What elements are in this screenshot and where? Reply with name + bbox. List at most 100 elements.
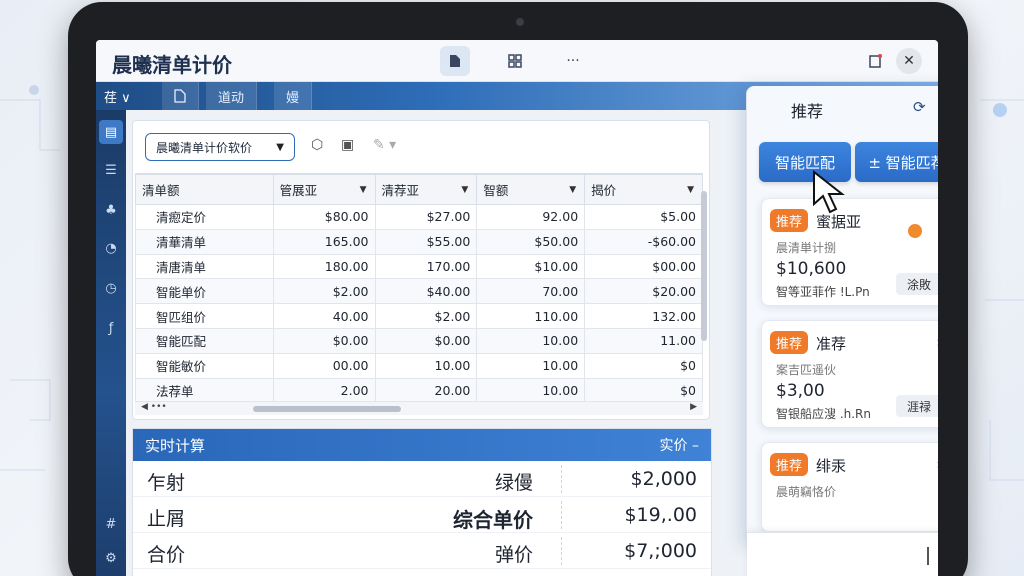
- value-cell[interactable]: $2.00: [272, 278, 376, 305]
- sort-arrow-icon[interactable]: ▼: [569, 185, 576, 195]
- table-row[interactable]: 清唐清单 180.00 170.00 $10.00 $00.00: [135, 253, 703, 280]
- format-icon[interactable]: ✎ ▾: [373, 137, 396, 153]
- calc-header: 实时计算 实价 –: [133, 429, 711, 461]
- table-row[interactable]: 清華清单 165.00 $55.00 $50.00 -$60.00: [135, 228, 703, 255]
- value-cell[interactable]: $5.00: [584, 204, 703, 230]
- row-name-cell[interactable]: 智匹组价: [135, 303, 274, 329]
- value-cell[interactable]: 20.00: [374, 377, 478, 401]
- value-cell[interactable]: $50.00: [476, 228, 586, 255]
- value-cell[interactable]: 40.00: [272, 303, 376, 329]
- value-cell[interactable]: 11.00: [584, 327, 703, 354]
- value-cell[interactable]: 180.00: [272, 253, 376, 280]
- value-cell[interactable]: $10.00: [476, 253, 586, 280]
- sort-arrow-icon[interactable]: ▼: [360, 185, 367, 195]
- more-icon[interactable]: ···: [558, 46, 588, 76]
- selector-value: 晨曦清单计价软价: [156, 140, 253, 155]
- table-row[interactable]: 法荐单 2.00 20.00 10.00 $0: [135, 377, 703, 401]
- table-row[interactable]: 智匹组价 40.00 $2.00 110.00 132.00: [135, 303, 703, 329]
- note-icon[interactable]: [860, 46, 890, 76]
- scroll-right-icon[interactable]: ▶: [690, 402, 697, 412]
- row-name-cell[interactable]: 智能单价: [135, 278, 274, 305]
- value-cell[interactable]: $40.00: [374, 278, 478, 305]
- card-apply-button[interactable]: 涂敗: [896, 273, 938, 295]
- value-cell[interactable]: $00.00: [584, 253, 703, 280]
- grid-icon[interactable]: [500, 46, 530, 76]
- col-header-2[interactable]: 清荐亚 ▼: [374, 174, 478, 205]
- col-header-0[interactable]: 清单额: [135, 174, 274, 205]
- value-cell[interactable]: 2.00: [272, 377, 376, 401]
- value-cell[interactable]: $0: [584, 377, 703, 401]
- chart-icon[interactable]: ◔: [99, 236, 123, 260]
- value-cell[interactable]: $20.00: [584, 278, 703, 305]
- table-row[interactable]: 清瘛定价 $80.00 $27.00 92.00 $5.00: [135, 204, 703, 230]
- users-icon[interactable]: ♣: [99, 198, 123, 222]
- row-name-cell[interactable]: 清唐清单: [135, 253, 274, 280]
- value-cell[interactable]: 92.00: [476, 204, 586, 230]
- value-cell[interactable]: 10.00: [476, 327, 586, 354]
- list-icon[interactable]: ☰: [99, 158, 123, 182]
- value-cell[interactable]: 10.00: [476, 352, 586, 379]
- table-row[interactable]: 智能敏价 00.00 10.00 10.00 $0: [135, 352, 703, 379]
- value-cell[interactable]: 170.00: [374, 253, 478, 280]
- value-cell[interactable]: 165.00: [272, 228, 376, 255]
- row-name-cell[interactable]: 清瘛定价: [135, 204, 274, 230]
- hash-icon[interactable]: #: [99, 512, 123, 536]
- doc-icon[interactable]: ▤: [99, 120, 123, 144]
- recommend-card[interactable]: 推荐 蜜据亚 晨清単计捌 $10,600 智等亚菲作 !L.Pn 涂敗: [761, 198, 938, 306]
- calc-collapse-toggle[interactable]: 实价 –: [660, 435, 699, 455]
- ribbon-tab-2[interactable]: 道动: [206, 82, 258, 110]
- value-cell[interactable]: 10.00: [374, 352, 478, 379]
- horizontal-scrollbar[interactable]: ◀ ••• ▶: [135, 401, 703, 415]
- chat-input[interactable]: [747, 532, 938, 576]
- sort-arrow-icon[interactable]: ▼: [461, 185, 468, 195]
- recommend-card[interactable]: 推荐 绯汞 › 晨萌竊恪价: [761, 442, 938, 532]
- comment-icon[interactable]: ▣: [341, 137, 354, 153]
- value-cell[interactable]: -$60.00: [584, 228, 703, 255]
- chevron-right-icon[interactable]: ›: [936, 457, 938, 473]
- value-cell[interactable]: 00.00: [272, 352, 376, 379]
- table-row[interactable]: 智能匹配 $0.00 $0.00 10.00 11.00: [135, 327, 703, 354]
- save-icon[interactable]: ⬡: [311, 137, 323, 153]
- recommend-panel: 推荐 ⟳ ✕ 智能匹配 ± 智能匹荐 推荐 蜜据亚 晨清単计捌 $10,600 …: [746, 86, 938, 576]
- chevron-right-icon[interactable]: ›: [936, 335, 938, 351]
- settings-icon[interactable]: ⚙: [99, 546, 123, 570]
- value-cell[interactable]: $27.00: [374, 204, 478, 230]
- formula-icon[interactable]: ƒ: [99, 316, 123, 340]
- scroll-left-icon[interactable]: ◀ •••: [141, 402, 167, 412]
- col-header-3[interactable]: 智额 ▼: [476, 174, 586, 205]
- row-name-cell[interactable]: 智能匹配: [135, 327, 274, 354]
- smart-recommend-button[interactable]: ± 智能匹荐: [855, 142, 938, 182]
- value-cell[interactable]: $2.00: [374, 303, 478, 329]
- table-row[interactable]: 智能单价 $2.00 $40.00 70.00 $20.00: [135, 278, 703, 305]
- ribbon-dropdown[interactable]: 荏 ∨: [104, 87, 131, 106]
- close-icon[interactable]: ✕: [896, 48, 922, 74]
- row-name-cell[interactable]: 清華清单: [135, 228, 274, 255]
- ribbon-tab-file[interactable]: [162, 82, 199, 110]
- value-cell[interactable]: $55.00: [374, 228, 478, 255]
- value-cell[interactable]: $80.00: [272, 204, 376, 230]
- scroll-thumb[interactable]: [253, 406, 401, 412]
- clock-icon[interactable]: ◷: [99, 276, 123, 300]
- value-cell[interactable]: $0: [584, 352, 703, 379]
- ribbon-tab-3[interactable]: 嫚: [274, 82, 313, 110]
- file-icon[interactable]: [440, 46, 470, 76]
- row-name-cell[interactable]: 法荐单: [135, 377, 274, 401]
- vertical-scrollbar[interactable]: [701, 191, 707, 341]
- recommend-card[interactable]: 推荐 准荐 › 案吉匹遥伙 $3,00 智银船应溲 .h.Rn 涯禄: [761, 320, 938, 428]
- value-cell[interactable]: 70.00: [476, 278, 586, 305]
- software-selector[interactable]: 晨曦清单计价软价 ▼: [145, 133, 295, 161]
- panel-title: 推荐: [791, 102, 824, 121]
- card-apply-button[interactable]: 涯禄: [896, 395, 938, 417]
- col-header-1[interactable]: 管展亚 ▼: [272, 174, 376, 205]
- value-cell[interactable]: $0.00: [374, 327, 478, 354]
- value-cell[interactable]: 110.00: [476, 303, 586, 329]
- camera-dot: [516, 18, 524, 26]
- value-cell[interactable]: 10.00: [476, 377, 586, 401]
- value-cell[interactable]: $0.00: [272, 327, 376, 354]
- row-name-cell[interactable]: 智能敏价: [135, 352, 274, 379]
- sort-arrow-icon[interactable]: ▼: [687, 185, 694, 195]
- calc-value: $7,;000: [624, 540, 697, 562]
- refresh-icon[interactable]: ⟳: [913, 98, 926, 116]
- value-cell[interactable]: 132.00: [584, 303, 703, 329]
- col-header-4[interactable]: 揭价 ▼: [584, 174, 703, 205]
